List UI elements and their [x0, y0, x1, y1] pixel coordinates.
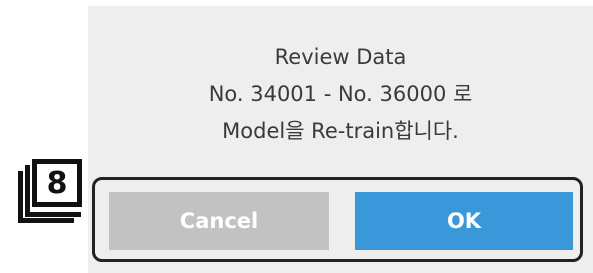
message-line-2: No. 34001 - No. 36000 로 — [208, 82, 473, 106]
step-number-badge: 8 — [32, 159, 82, 207]
cancel-button[interactable]: Cancel — [109, 192, 329, 250]
ok-button[interactable]: OK — [355, 192, 573, 250]
step-badge-icon: 8 — [18, 159, 86, 223]
dialog-message: Review Data No. 34001 - No. 36000 로 Mode… — [88, 39, 593, 150]
button-group-highlight: Cancel OK — [92, 177, 583, 262]
message-line-3: Model을 Re-train합니다. — [222, 119, 459, 143]
confirm-dialog: Review Data No. 34001 - No. 36000 로 Mode… — [88, 6, 593, 273]
message-line-1: Review Data — [274, 45, 407, 69]
